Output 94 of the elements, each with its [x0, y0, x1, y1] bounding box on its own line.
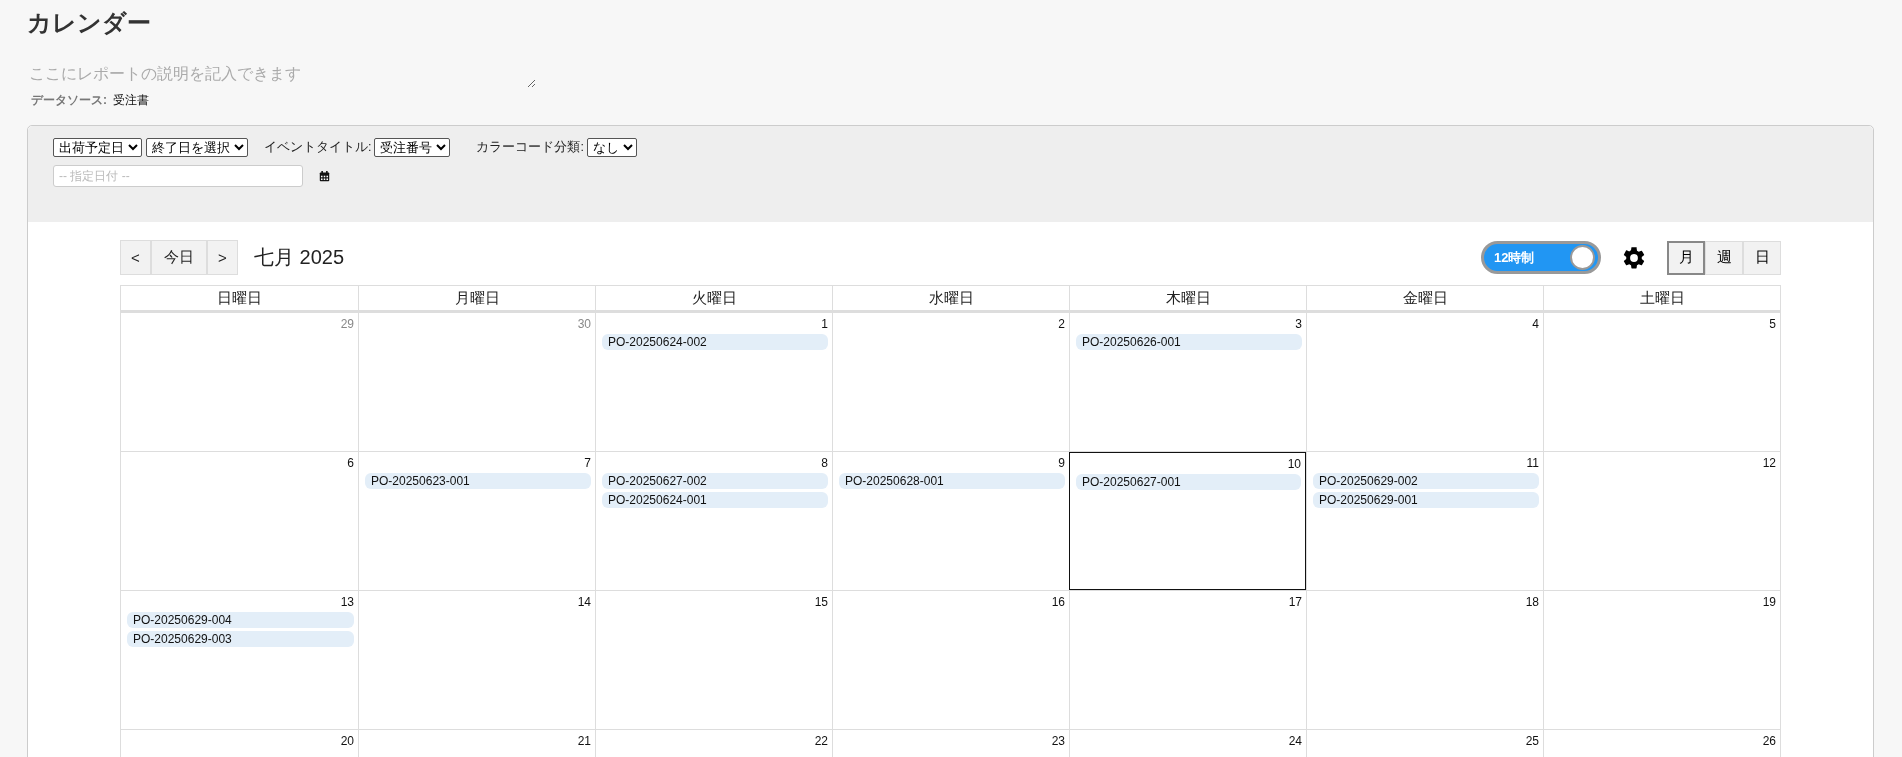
day-number: 21: [577, 734, 591, 748]
calendar-event[interactable]: PO-20250629-001: [1313, 492, 1539, 508]
calendar-event[interactable]: PO-20250629-004: [127, 612, 354, 628]
day-number: 23: [1051, 734, 1065, 748]
day-cell[interactable]: 8 PO-20250627-002 PO-20250624-001: [595, 452, 832, 590]
day-cell[interactable]: 9 PO-20250628-001: [832, 452, 1069, 590]
day-cell[interactable]: 15: [595, 591, 832, 729]
day-number: 15: [814, 595, 828, 609]
weekday-header: 木曜日: [1069, 286, 1306, 310]
day-cell[interactable]: 1 PO-20250624-002: [595, 313, 832, 451]
day-cell[interactable]: 29: [121, 313, 358, 451]
day-cell[interactable]: 23: [832, 730, 1069, 757]
day-number: 4: [1532, 317, 1539, 331]
day-cell[interactable]: 16: [832, 591, 1069, 729]
day-cell[interactable]: 18: [1306, 591, 1543, 729]
view-tab[interactable]: 日: [1743, 240, 1781, 275]
data-source-label: データソース:: [31, 92, 107, 109]
day-cell[interactable]: 4: [1306, 313, 1543, 451]
calendar-event[interactable]: PO-20250629-003: [127, 631, 354, 647]
day-cell[interactable]: 17: [1069, 591, 1306, 729]
next-button[interactable]: >: [207, 240, 238, 275]
month-title: 七月 2025: [254, 245, 345, 270]
weekday-header: 月曜日: [358, 286, 595, 310]
day-cell[interactable]: 25: [1306, 730, 1543, 757]
day-number: 7: [584, 456, 591, 470]
calendar-event[interactable]: PO-20250629-002: [1313, 473, 1539, 489]
day-number: 17: [1288, 595, 1302, 609]
day-cell[interactable]: 13 PO-20250629-004 PO-20250629-003: [121, 591, 358, 729]
day-cell[interactable]: 26: [1543, 730, 1780, 757]
day-cell[interactable]: 3 PO-20250626-001: [1069, 313, 1306, 451]
day-number: 24: [1288, 734, 1302, 748]
filter-select[interactable]: 終了日を選択: [146, 138, 248, 157]
day-number: 30: [577, 317, 591, 331]
filter-select[interactable]: 受注番号: [374, 138, 451, 157]
day-number: 8: [821, 456, 828, 470]
day-cell[interactable]: 21: [358, 730, 595, 757]
day-number: 22: [814, 734, 828, 748]
day-cell[interactable]: 14: [358, 591, 595, 729]
day-number: 20: [340, 734, 354, 748]
day-number: 12: [1762, 456, 1776, 470]
day-number: 18: [1525, 595, 1539, 609]
day-cell[interactable]: 2: [832, 313, 1069, 451]
filter-label: カラーコード分類:: [476, 139, 584, 156]
day-cell[interactable]: 7 PO-20250623-001: [358, 452, 595, 590]
day-number: 10: [1287, 457, 1301, 471]
day-number: 9: [1058, 456, 1065, 470]
date-field[interactable]: -- 指定日付 --: [53, 165, 303, 187]
day-cell[interactable]: 22: [595, 730, 832, 757]
weekday-header: 日曜日: [216, 288, 263, 308]
day-cell[interactable]: 19: [1543, 591, 1780, 729]
day-number: 13: [340, 595, 354, 609]
weekday-header: 金曜日: [1306, 286, 1543, 310]
calendar-event[interactable]: PO-20250628-001: [839, 473, 1065, 489]
day-cell[interactable]: 11 PO-20250629-002 PO-20250629-001: [1306, 452, 1543, 590]
today-button[interactable]: 今日: [151, 240, 207, 275]
day-number: 16: [1051, 595, 1065, 609]
weekday-header: 土曜日: [1543, 286, 1780, 310]
weekday-header: 水曜日: [832, 286, 1069, 310]
calendar-icon[interactable]: [319, 170, 330, 182]
page-title: カレンダー: [27, 8, 152, 38]
day-cell[interactable]: 10 PO-20250627-001: [1069, 452, 1306, 590]
day-cell[interactable]: 24: [1069, 730, 1306, 757]
day-cell[interactable]: 12: [1543, 452, 1780, 590]
day-number: 11: [1526, 456, 1539, 470]
day-number: 19: [1762, 595, 1776, 609]
day-number: 2: [1058, 317, 1065, 331]
day-number: 25: [1525, 734, 1539, 748]
previous-button[interactable]: <: [120, 240, 151, 275]
calendar-event[interactable]: PO-20250624-001: [602, 492, 828, 508]
day-number: 5: [1769, 317, 1776, 331]
filter-label: イベントタイトル:: [264, 139, 372, 156]
data-source-value: 受注書: [113, 92, 149, 109]
calendar-event[interactable]: PO-20250624-002: [602, 334, 828, 350]
day-cell[interactable]: 6: [121, 452, 358, 590]
filter-select[interactable]: なし: [586, 138, 637, 157]
calendar-event[interactable]: PO-20250627-002: [602, 473, 828, 489]
description-field[interactable]: ここにレポートの説明を記入できます: [27, 62, 536, 88]
day-number: 3: [1295, 317, 1302, 331]
view-tab[interactable]: 月: [1667, 240, 1705, 275]
calendar-event[interactable]: PO-20250626-001: [1076, 334, 1302, 350]
weekday-header: 火曜日: [595, 286, 832, 310]
calendar-event[interactable]: PO-20250623-001: [365, 473, 591, 489]
day-number: 6: [347, 456, 354, 470]
calendar-event[interactable]: PO-20250627-001: [1076, 474, 1301, 490]
day-number: 29: [340, 317, 354, 331]
day-cell[interactable]: 30: [358, 313, 595, 451]
view-tab[interactable]: 週: [1705, 240, 1743, 275]
day-number: 14: [577, 595, 591, 609]
settings-icon[interactable]: [1621, 244, 1647, 271]
day-cell[interactable]: 5: [1543, 313, 1780, 451]
day-number: 1: [821, 317, 828, 331]
filter-select[interactable]: 出荷予定日: [53, 138, 142, 157]
day-cell[interactable]: 20: [121, 730, 358, 757]
day-number: 26: [1762, 734, 1776, 748]
